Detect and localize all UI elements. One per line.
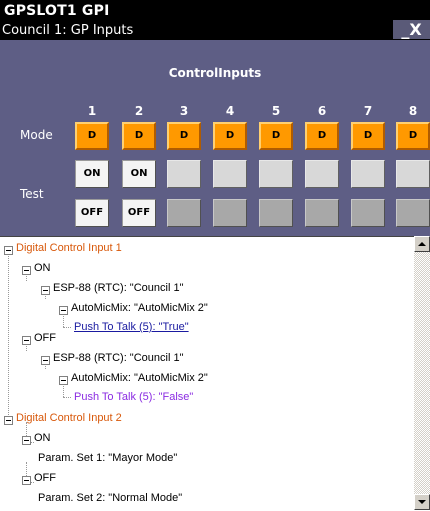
mode-button-7[interactable]: D — [351, 122, 385, 150]
column-number-7: 7 — [363, 104, 373, 118]
collapse-toggle-icon[interactable] — [22, 266, 31, 275]
tree-node-on[interactable]: ON — [34, 262, 51, 274]
vertical-scrollbar[interactable] — [414, 236, 430, 510]
collapse-toggle-icon[interactable] — [22, 336, 31, 345]
tree-node-param-set-2[interactable]: Param. Set 2: "Normal Mode" — [38, 492, 182, 504]
tree-node-automicmix[interactable]: AutoMicMix: "AutoMicMix 2" — [71, 372, 208, 384]
scroll-down-arrow-icon[interactable] — [414, 494, 430, 510]
collapse-toggle-icon[interactable] — [22, 436, 31, 445]
test-on-button-1[interactable]: ON — [75, 160, 109, 188]
tree-node-off[interactable]: OFF — [34, 472, 56, 484]
collapse-toggle-icon[interactable] — [41, 286, 50, 295]
tree-node-esp88[interactable]: ESP-88 (RTC): "Council 1" — [53, 352, 183, 364]
mode-button-1[interactable]: D — [75, 122, 109, 150]
mode-button-2[interactable]: D — [122, 122, 156, 150]
column-number-8: 8 — [408, 104, 418, 118]
window-title: GPSLOT1 GPI — [4, 3, 110, 19]
mode-button-8[interactable]: D — [396, 122, 430, 150]
test-on-button-3[interactable] — [167, 160, 201, 188]
column-number-4: 4 — [225, 104, 235, 118]
tree-node-param-set-1[interactable]: Param. Set 1: "Mayor Mode" — [38, 452, 177, 464]
tree-node-push-to-talk-true[interactable]: Push To Talk (5): "True" — [74, 321, 189, 333]
test-off-button-5[interactable] — [259, 199, 293, 227]
tree-connector — [63, 397, 71, 398]
column-number-5: 5 — [271, 104, 281, 118]
title-bar: GPSLOT1 GPI Council 1: GP Inputs _X — [0, 0, 430, 40]
collapse-toggle-icon[interactable] — [59, 376, 68, 385]
collapse-toggle-icon[interactable] — [4, 246, 13, 255]
mode-button-6[interactable]: D — [305, 122, 339, 150]
test-off-button-7[interactable] — [351, 199, 385, 227]
test-on-button-4[interactable] — [213, 160, 247, 188]
tree-node-digital-control-input-2[interactable]: Digital Control Input 2 — [16, 412, 122, 424]
test-off-button-6[interactable] — [305, 199, 339, 227]
test-off-button-1[interactable]: OFF — [75, 199, 109, 227]
mode-button-4[interactable]: D — [213, 122, 247, 150]
test-off-button-4[interactable] — [213, 199, 247, 227]
tree-view: Digital Control Input 1 ON ESP-88 (RTC):… — [0, 236, 414, 511]
mode-label: Mode — [20, 128, 53, 142]
column-number-6: 6 — [317, 104, 327, 118]
test-off-button-3[interactable] — [167, 199, 201, 227]
test-on-button-2[interactable]: ON — [122, 160, 156, 188]
collapse-toggle-icon[interactable] — [41, 356, 50, 365]
collapse-toggle-icon[interactable] — [22, 476, 31, 485]
test-on-button-6[interactable] — [305, 160, 339, 188]
test-off-button-2[interactable]: OFF — [122, 199, 156, 227]
column-number-3: 3 — [179, 104, 189, 118]
column-number-2: 2 — [134, 104, 144, 118]
panel-header: ControlInputs — [168, 66, 262, 80]
mode-button-3[interactable]: D — [167, 122, 201, 150]
collapse-toggle-icon[interactable] — [4, 416, 13, 425]
tree-node-esp88[interactable]: ESP-88 (RTC): "Council 1" — [53, 282, 183, 294]
mode-button-5[interactable]: D — [259, 122, 293, 150]
scroll-track[interactable] — [414, 252, 430, 494]
test-on-button-8[interactable] — [396, 160, 430, 188]
test-off-button-8[interactable] — [396, 199, 430, 227]
test-label: Test — [20, 187, 44, 201]
test-on-button-5[interactable] — [259, 160, 293, 188]
tree-connector — [8, 251, 9, 423]
control-inputs-panel: ControlInputs Mode Test 1 2 3 4 5 6 7 8 … — [0, 40, 430, 236]
scroll-up-arrow-icon[interactable] — [414, 236, 430, 252]
tree-node-push-to-talk-false[interactable]: Push To Talk (5): "False" — [74, 391, 193, 403]
minimize-close-buttons[interactable]: _X — [393, 20, 430, 39]
test-on-button-7[interactable] — [351, 160, 385, 188]
collapse-toggle-icon[interactable] — [59, 306, 68, 315]
tree-node-digital-control-input-1[interactable]: Digital Control Input 1 — [16, 242, 122, 254]
window-subtitle: Council 1: GP Inputs — [2, 23, 134, 38]
tree-node-automicmix[interactable]: AutoMicMix: "AutoMicMix 2" — [71, 302, 208, 314]
column-number-1: 1 — [87, 104, 97, 118]
tree-node-on[interactable]: ON — [34, 432, 51, 444]
tree-connector — [63, 327, 71, 328]
tree-node-off[interactable]: OFF — [34, 332, 56, 344]
